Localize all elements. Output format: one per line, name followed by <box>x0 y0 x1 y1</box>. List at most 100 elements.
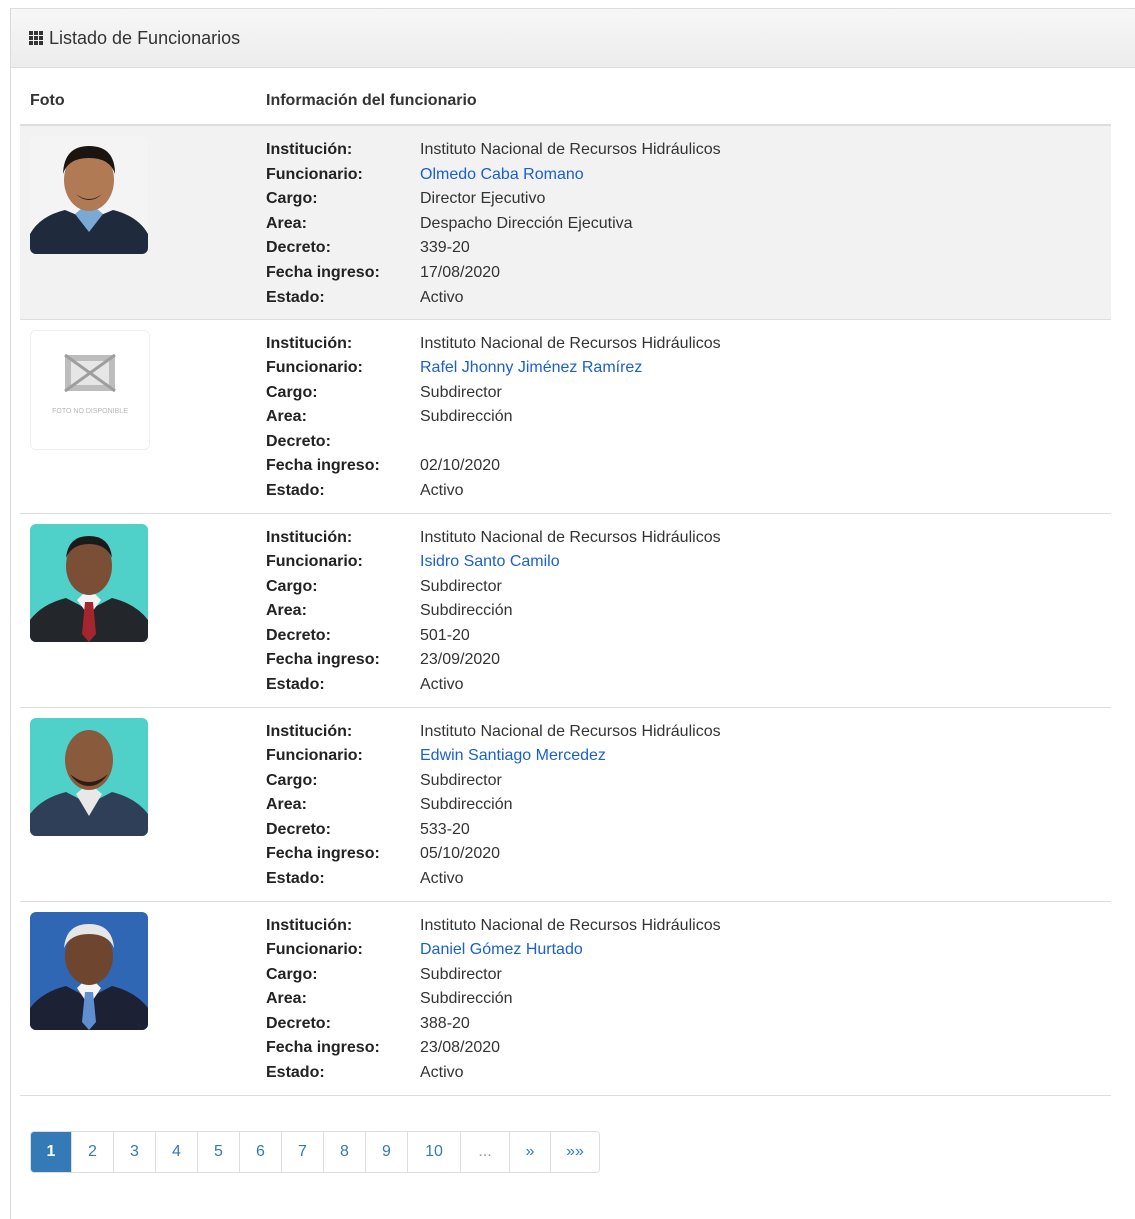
value-institucion: Instituto Nacional de Recursos Hidráulic… <box>420 334 721 352</box>
header-photo: Foto <box>20 78 256 126</box>
label-estado: Estado: <box>266 676 325 694</box>
label-decreto: Decreto: <box>266 239 331 257</box>
table-row: Institución: Instituto Nacional de Recurs… <box>20 901 1111 1096</box>
label-institucion: Institución: <box>266 528 353 546</box>
value-fecha: 05/10/2020 <box>420 845 501 863</box>
value-institucion: Instituto Nacional de Recursos Hidráulic… <box>420 528 721 546</box>
value-cargo: Subdirector <box>420 383 502 401</box>
value-decreto: 501-20 <box>420 626 470 644</box>
photo-unavailable-placeholder: FOTO NO DISPONIBLE <box>30 329 150 450</box>
label-institucion: Institución: <box>266 141 353 158</box>
label-cargo: Cargo: <box>266 965 318 983</box>
value-estado: Activo <box>420 288 464 306</box>
official-name-link[interactable]: Rafel Jhonny Jiménez Ramírez <box>420 359 642 376</box>
label-funcionario: Funcionario: <box>266 359 363 377</box>
label-fecha: Fecha ingreso: <box>266 845 380 863</box>
value-area: Subdirección <box>420 602 513 620</box>
label-estado: Estado: <box>266 288 325 306</box>
value-decreto: 533-20 <box>420 820 470 838</box>
value-institucion: Instituto Nacional de Recursos Hidráulic… <box>420 916 721 934</box>
page-button-8[interactable]: 8 <box>323 1132 365 1172</box>
pagination: 1 2 3 4 5 6 7 8 9 10 ... » »» <box>30 1131 600 1173</box>
official-photo <box>30 523 148 642</box>
value-area: Subdirección <box>420 990 513 1008</box>
value-estado: Activo <box>420 870 464 888</box>
page-button-6[interactable]: 6 <box>239 1132 281 1172</box>
official-name-link[interactable]: Isidro Santo Camilo <box>420 553 560 570</box>
label-decreto: Decreto: <box>266 432 331 450</box>
value-estado: Activo <box>420 482 464 500</box>
value-estado: Activo <box>420 676 464 694</box>
official-name-link[interactable]: Daniel Gómez Hurtado <box>420 941 583 958</box>
table-row: FOTO NO DISPONIBLE Institución: Instituto… <box>20 319 1111 514</box>
value-area: Despacho Dirección Ejecutiva <box>420 214 633 232</box>
panel-heading: Listado de Funcionarios <box>11 9 1135 68</box>
label-area: Area: <box>266 990 307 1008</box>
label-funcionario: Funcionario: <box>266 747 363 765</box>
no-photo-text: FOTO NO DISPONIBLE <box>52 407 128 415</box>
page-button-3[interactable]: 3 <box>113 1132 155 1172</box>
official-photo <box>30 911 148 1030</box>
label-estado: Estado: <box>266 482 325 500</box>
label-decreto: Decreto: <box>266 820 331 838</box>
value-decreto: 339-20 <box>420 239 470 257</box>
header-info: Información del funcionario <box>256 78 1111 126</box>
page-button-1[interactable]: 1 <box>31 1132 71 1172</box>
page-button-7[interactable]: 7 <box>281 1132 323 1172</box>
label-institucion: Institución: <box>266 334 353 352</box>
next-page-button[interactable]: » <box>509 1132 550 1172</box>
label-funcionario: Funcionario: <box>266 553 363 571</box>
value-cargo: Director Ejecutivo <box>420 190 546 208</box>
label-cargo: Cargo: <box>266 383 318 401</box>
value-area: Subdirección <box>420 796 513 814</box>
value-cargo: Subdirector <box>420 965 502 983</box>
label-cargo: Cargo: <box>266 771 318 789</box>
label-estado: Estado: <box>266 1064 325 1082</box>
panel-title: Listado de Funcionarios <box>49 27 241 48</box>
value-decreto: 388-20 <box>420 1014 470 1032</box>
value-fecha: 23/08/2020 <box>420 1039 501 1057</box>
label-area: Area: <box>266 796 307 814</box>
page-button-4[interactable]: 4 <box>155 1132 197 1172</box>
label-fecha: Fecha ingreso: <box>266 1039 380 1057</box>
page-button-5[interactable]: 5 <box>197 1132 239 1172</box>
label-fecha: Fecha ingreso: <box>266 651 380 669</box>
officials-table: Foto Información del funcionario Institu… <box>20 78 1111 1096</box>
last-page-button[interactable]: »» <box>550 1132 599 1172</box>
label-decreto: Decreto: <box>266 626 331 644</box>
label-funcionario: Funcionario: <box>266 941 363 959</box>
page-ellipsis[interactable]: ... <box>460 1132 509 1172</box>
label-decreto: Decreto: <box>266 1014 331 1032</box>
page-button-9[interactable]: 9 <box>365 1132 407 1172</box>
value-institucion: Instituto Nacional de Recursos Hidráulic… <box>420 141 721 158</box>
value-area: Subdirección <box>420 408 513 426</box>
label-estado: Estado: <box>266 870 325 888</box>
label-funcionario: Funcionario: <box>266 165 363 183</box>
official-name-link[interactable]: Olmedo Caba Romano <box>420 166 584 183</box>
official-name-link[interactable]: Edwin Santiago Mercedez <box>420 747 606 764</box>
value-fecha: 17/08/2020 <box>420 263 501 281</box>
value-cargo: Subdirector <box>420 771 502 789</box>
page-button-10[interactable]: 10 <box>407 1132 460 1172</box>
label-institucion: Institución: <box>266 722 353 740</box>
value-estado: Activo <box>420 1064 464 1082</box>
label-fecha: Fecha ingreso: <box>266 263 380 281</box>
value-cargo: Subdirector <box>420 577 502 595</box>
value-institucion: Instituto Nacional de Recursos Hidráulic… <box>420 722 721 740</box>
label-institucion: Institución: <box>266 916 353 934</box>
label-cargo: Cargo: <box>266 577 318 595</box>
value-fecha: 02/10/2020 <box>420 457 501 475</box>
value-fecha: 23/09/2020 <box>420 651 501 669</box>
official-photo <box>30 136 148 254</box>
label-area: Area: <box>266 408 307 426</box>
label-area: Area: <box>266 214 307 232</box>
official-photo <box>30 717 148 836</box>
table-row: Institución: Instituto Nacional de Recurs… <box>20 125 1111 320</box>
label-fecha: Fecha ingreso: <box>266 457 380 475</box>
table-row: Institución: Instituto Nacional de Recurs… <box>20 707 1111 902</box>
label-cargo: Cargo: <box>266 190 318 208</box>
label-area: Area: <box>266 602 307 620</box>
table-row: Institución: Instituto Nacional de Recurs… <box>20 513 1111 708</box>
grid-icon <box>29 31 43 45</box>
page-button-2[interactable]: 2 <box>71 1132 113 1172</box>
